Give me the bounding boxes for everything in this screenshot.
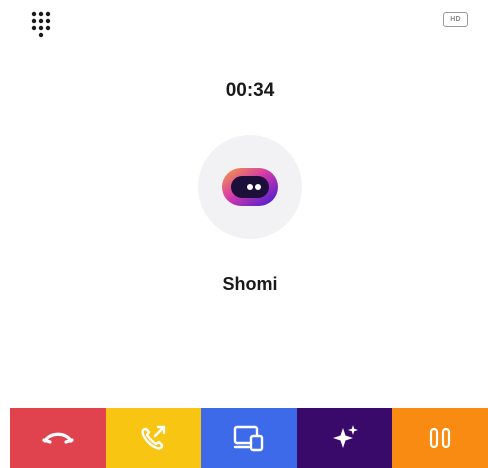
hangup-button[interactable] xyxy=(10,408,106,468)
switch-device-button[interactable] xyxy=(201,408,297,468)
hd-badge: HD xyxy=(443,12,468,27)
forward-call-button[interactable] xyxy=(105,408,202,468)
call-timer: 00:34 xyxy=(225,80,275,101)
shomi-logo xyxy=(222,168,278,206)
call-action-bar xyxy=(10,408,488,468)
dialpad-icon[interactable] xyxy=(28,10,60,44)
sparkle-icon xyxy=(332,425,358,448)
call-screen: HD 00:34 Shomi xyxy=(0,0,488,468)
avatar xyxy=(198,135,302,239)
call-forward-icon xyxy=(141,425,166,450)
contact-name: Shomi xyxy=(222,274,278,294)
switch-device-icon xyxy=(233,425,264,452)
hold-button[interactable] xyxy=(392,408,488,468)
ai-assistant-button[interactable] xyxy=(296,408,393,468)
pause-icon xyxy=(430,427,451,449)
phone-hangup-icon xyxy=(42,432,74,444)
